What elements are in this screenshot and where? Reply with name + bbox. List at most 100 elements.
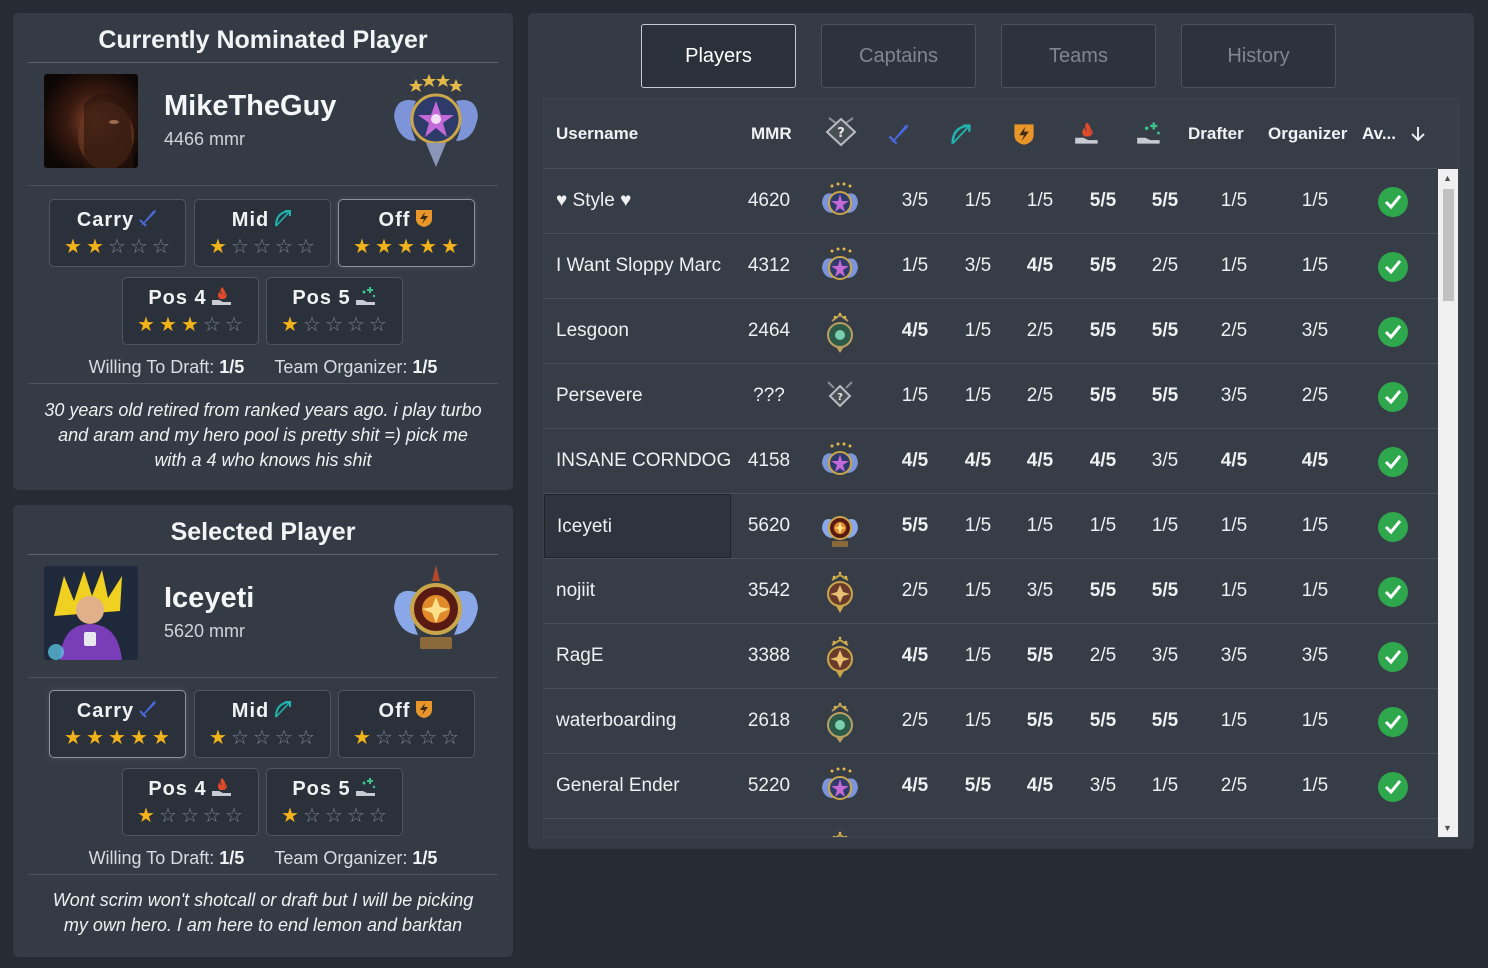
table-row[interactable]: ♥ Style ♥ 4620 3/5 1/5 1/5 5/5 5/5 1/5 1/5	[544, 169, 1438, 234]
table-row[interactable]: Iceyeti 5620 5/5 1/5 1/5 1/5 1/5 1/5 1/5	[544, 494, 1438, 559]
header-mid[interactable]	[949, 99, 973, 169]
header-available[interactable]: Av...	[1362, 99, 1396, 169]
table-row[interactable]: waterboarding 2618 2/5 1/5 5/5 5/5 5/5 1/5 1/5	[544, 689, 1438, 754]
table-row[interactable]: INSANE CORNDOG 4158 4/5 4/5 4/5 4/5 3/5 4/5 4/5	[544, 429, 1438, 494]
star-filled-icon: ★	[353, 727, 372, 749]
sort-button[interactable]	[1410, 99, 1426, 169]
divine-rank-icon	[822, 767, 858, 800]
star-empty-icon: ☆	[397, 727, 416, 749]
available-check-icon	[1378, 772, 1408, 802]
cell-username[interactable]: INSANE CORNDOG	[556, 429, 731, 493]
legend-rank-icon	[827, 312, 853, 353]
star-filled-icon: ★	[137, 805, 156, 827]
cell-value: 3/5	[1151, 645, 1179, 666]
header-pos5[interactable]	[1136, 99, 1162, 169]
cell-value: 5/5	[1089, 385, 1117, 406]
player-bio: 30 years old retired from ranked years a…	[44, 400, 482, 470]
table-row[interactable]: Lesgoon 2464 4/5 1/5 2/5 5/5 5/5 2/5 3/5	[544, 299, 1438, 364]
header-organizer[interactable]: Organizer	[1268, 99, 1347, 169]
scroll-down-icon[interactable]: ▼	[1443, 823, 1452, 833]
scrollbar-thumb[interactable]	[1443, 189, 1454, 301]
star-empty-icon: ☆	[375, 727, 394, 749]
sword-icon	[139, 701, 157, 718]
header-off[interactable]	[1012, 99, 1036, 169]
table-row[interactable]: nojiit 3542 2/5 1/5 3/5 5/5 5/5 1/5 1/5	[544, 559, 1438, 624]
role-card-mid: Mid ★ ☆ ☆ ☆ ☆	[194, 199, 331, 267]
rating-stars: ★ ☆ ☆ ☆ ☆	[195, 234, 330, 259]
cell-value: 2/5	[1220, 320, 1248, 341]
lightning-shield-icon	[416, 701, 433, 718]
cell-username[interactable]: waterboarding	[556, 689, 731, 753]
star-empty-icon: ☆	[303, 314, 322, 336]
header-carry[interactable]	[887, 99, 911, 169]
cell-username[interactable]: RagE	[556, 624, 731, 688]
cell-value: 5/5	[1089, 255, 1117, 276]
tab-players[interactable]: Players	[641, 24, 796, 88]
organizer-label: Team Organizer:	[274, 848, 408, 868]
scroll-up-icon[interactable]: ▲	[1443, 173, 1452, 183]
star-filled-icon: ★	[137, 314, 156, 336]
cell-value: 5/5	[901, 515, 929, 536]
cell-value: 1/5	[1301, 515, 1329, 536]
cell-value: 1/5	[1301, 255, 1329, 276]
cell-username[interactable]: ♥ Style ♥	[556, 169, 731, 233]
cell-value: 3/5	[1220, 645, 1248, 666]
rank-medal-icon: ?	[825, 117, 857, 147]
vertical-scrollbar[interactable]: ▲ ▼	[1438, 169, 1458, 837]
star-empty-icon: ☆	[203, 805, 222, 827]
players-table-panel: Players Captains Teams History Username …	[528, 13, 1474, 849]
tab-history[interactable]: History	[1181, 24, 1336, 88]
table-row[interactable]: General Ender 5220 4/5 5/5 4/5 3/5 1/5 2/5 1/5	[544, 754, 1438, 819]
cell-value: 1/5	[964, 385, 992, 406]
tab-captains[interactable]: Captains	[821, 24, 976, 88]
role-label: Pos 5	[292, 287, 351, 309]
header-rank[interactable]: ?	[824, 99, 858, 169]
healing-hand-icon	[355, 287, 375, 305]
cell-value: 4/5	[964, 450, 992, 471]
header-mmr[interactable]: MMR	[751, 99, 792, 169]
header-drafter[interactable]: Drafter	[1188, 99, 1244, 169]
cell-username[interactable]: Persevere	[556, 364, 731, 428]
sword-icon	[139, 210, 157, 227]
star-empty-icon: ☆	[303, 805, 322, 827]
table-row[interactable]: Persevere???? 1/5 1/5 2/5 5/5 5/5 3/5 2/5	[544, 364, 1438, 429]
tab-teams[interactable]: Teams	[1001, 24, 1156, 88]
table-row[interactable]: RagE 3388 4/5 1/5 5/5 2/5 3/5 3/5 3/5	[544, 624, 1438, 689]
cell-username[interactable]: nojiit	[556, 559, 731, 623]
table-row[interactable]	[544, 819, 1438, 837]
role-card-carry: Carry ★ ★ ☆ ☆ ☆	[49, 199, 186, 267]
cell-username[interactable]: General Ender	[556, 754, 731, 818]
cell-mmr: 3542	[747, 580, 791, 601]
cell-username[interactable]: Iceyeti	[544, 494, 731, 558]
divine-rank-icon	[822, 247, 858, 280]
legend-rank-icon	[827, 702, 853, 743]
divine-rank-icon	[822, 442, 858, 475]
available-check-icon	[1378, 252, 1408, 282]
player-name: Iceyeti	[164, 582, 255, 614]
star-empty-icon: ☆	[325, 314, 344, 336]
available-check-icon	[1378, 512, 1408, 542]
cell-value	[953, 819, 1003, 837]
cell-value: 2/5	[1089, 645, 1117, 666]
rating-stars: ★ ★ ★ ★ ★	[339, 234, 474, 259]
star-filled-icon: ★	[86, 727, 105, 749]
rating-stars: ★ ☆ ☆ ☆ ☆	[267, 803, 402, 828]
header-pos4[interactable]	[1074, 99, 1100, 169]
avatar	[44, 566, 138, 660]
star-filled-icon: ★	[419, 236, 438, 258]
cell-value	[1078, 819, 1128, 837]
cell-username[interactable]: Lesgoon	[556, 299, 731, 363]
cell-username[interactable]	[556, 819, 731, 837]
cell-mmr: 2464	[747, 320, 791, 341]
cell-username[interactable]: I Want Sloppy Marc	[556, 234, 731, 298]
role-card-carry: Carry ★ ★ ★ ★ ★	[49, 690, 186, 758]
willingness-line: Willing To Draft: 1/5 Team Organizer: 1/5	[13, 848, 513, 869]
role-card-off: Off ★ ★ ★ ★ ★	[338, 199, 475, 267]
cell-value: 1/5	[1301, 775, 1329, 796]
cell-value: 5/5	[1151, 385, 1179, 406]
header-username[interactable]: Username	[556, 99, 638, 169]
table-row[interactable]: I Want Sloppy Marc 4312 1/5 3/5 4/5 5/5 2/5 1/5…	[544, 234, 1438, 299]
panel-title: Currently Nominated Player	[28, 13, 498, 63]
cell-value: 1/5	[1220, 710, 1248, 731]
cell-value: 5/5	[1089, 320, 1117, 341]
